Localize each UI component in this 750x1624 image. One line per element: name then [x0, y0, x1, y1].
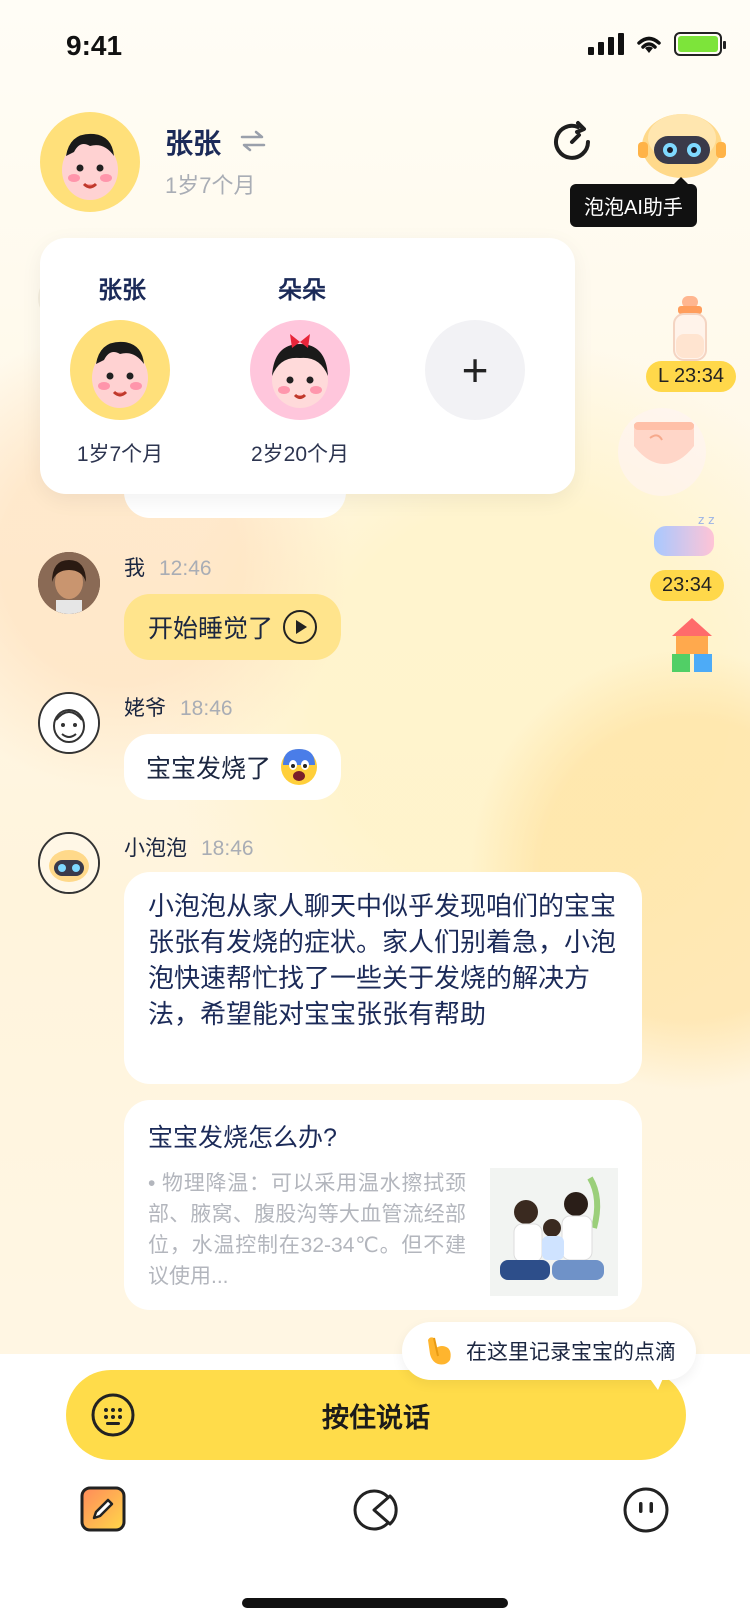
switcher-name-zhangzhang[interactable]: 张张: [62, 270, 182, 305]
message-header: 姥爷 18:46: [124, 692, 233, 722]
diaper-icon[interactable]: [610, 402, 718, 498]
talk-label: 按住说话: [322, 1402, 430, 1433]
sender-name: 姥爷: [124, 697, 166, 720]
sender-name: 我: [124, 557, 145, 580]
robot-icon[interactable]: [636, 108, 728, 180]
keyboard-icon[interactable]: [90, 1392, 136, 1438]
text-message-bubble[interactable]: 宝宝发烧了: [124, 734, 342, 800]
article-snippet: • 物理降温：可以采用温水擦拭颈部、腋窝、腹股沟等大血管流经部位，水温控制在32…: [148, 1172, 466, 1288]
home-indicator[interactable]: [242, 1598, 508, 1608]
message-time: 12:46: [159, 557, 212, 580]
message-time: 18:46: [180, 697, 233, 720]
plus-icon: +: [461, 344, 489, 396]
play-icon[interactable]: [283, 610, 318, 644]
switcher-name-duoduo[interactable]: 朵朵: [242, 270, 362, 305]
switcher-age-zhangzhang: 1岁7个月: [76, 443, 164, 466]
switcher-age-duoduo: 2岁20个月: [250, 443, 350, 466]
face-icon[interactable]: [622, 1486, 670, 1534]
bottle-icon[interactable]: [664, 294, 716, 364]
avatar-grandpa[interactable]: [38, 692, 100, 754]
article-image: [490, 1168, 618, 1296]
ai-assistant-tooltip: 泡泡AI助手: [570, 177, 697, 227]
battery-icon: [674, 32, 726, 56]
pillow-icon[interactable]: z z: [650, 510, 722, 560]
swap-icon[interactable]: [240, 130, 266, 152]
add-baby-button[interactable]: +: [425, 320, 525, 420]
hold-to-talk-button[interactable]: 按住说话: [66, 1370, 686, 1460]
history-icon[interactable]: [548, 118, 596, 166]
message-text: 开始睡觉了: [148, 615, 274, 643]
ai-message-bubble[interactable]: 小泡泡从家人聊天中似乎发现咱们的宝宝张张有发烧的症状。家人们别着急，小泡泡快速帮…: [124, 872, 642, 1084]
message-text: 小泡泡从家人聊天中似乎发现咱们的宝宝张张有发烧的症状。家人们别着急，小泡泡快速帮…: [148, 891, 617, 1029]
record-hint-bubble[interactable]: 在这里记录宝宝的点滴: [402, 1322, 696, 1380]
status-icons: [588, 32, 726, 56]
baby-switcher-panel: 张张 1岁7个月 朵朵 2岁20个月 +: [40, 238, 575, 494]
message-time: 18:46: [201, 837, 254, 860]
avatar-xiaopaopao[interactable]: [38, 832, 100, 894]
svg-text:z z: z z: [698, 513, 714, 527]
message-header: 小泡泡 18:46: [124, 832, 254, 862]
message-header: 我 12:46: [124, 552, 212, 582]
signal-icon: [588, 33, 624, 55]
switcher-avatar-duoduo[interactable]: [250, 320, 350, 420]
baby-age: 1岁7个月: [165, 173, 256, 198]
status-time: 9:41: [66, 30, 123, 61]
bottle-time: L 23:34: [646, 361, 736, 392]
wifi-icon: [637, 36, 661, 53]
blocks-icon[interactable]: [668, 614, 716, 674]
fear-emoji-icon: [281, 749, 318, 785]
article-title: 宝宝发烧怎么办?: [148, 1124, 337, 1152]
hint-pointer: [648, 1376, 664, 1390]
baby-name[interactable]: 张张: [165, 122, 221, 162]
voice-message-bubble[interactable]: 开始睡觉了: [124, 594, 342, 660]
pencil-icon[interactable]: [80, 1486, 126, 1532]
article-card[interactable]: 宝宝发烧怎么办? • 物理降温：可以采用温水擦拭颈部、腋窝、腹股沟等大血管流经部…: [124, 1100, 642, 1310]
sender-name: 小泡泡: [124, 837, 187, 860]
sleep-time: 23:34: [650, 570, 725, 601]
switcher-avatar-zhangzhang[interactable]: [70, 320, 170, 420]
pointing-hand-icon: [428, 1337, 451, 1365]
avatar-me[interactable]: [38, 552, 100, 614]
hint-text: 在这里记录宝宝的点滴: [466, 1341, 676, 1364]
baby-avatar[interactable]: [40, 112, 140, 212]
chart-icon[interactable]: [352, 1486, 400, 1534]
message-text: 宝宝发烧了: [146, 755, 272, 783]
